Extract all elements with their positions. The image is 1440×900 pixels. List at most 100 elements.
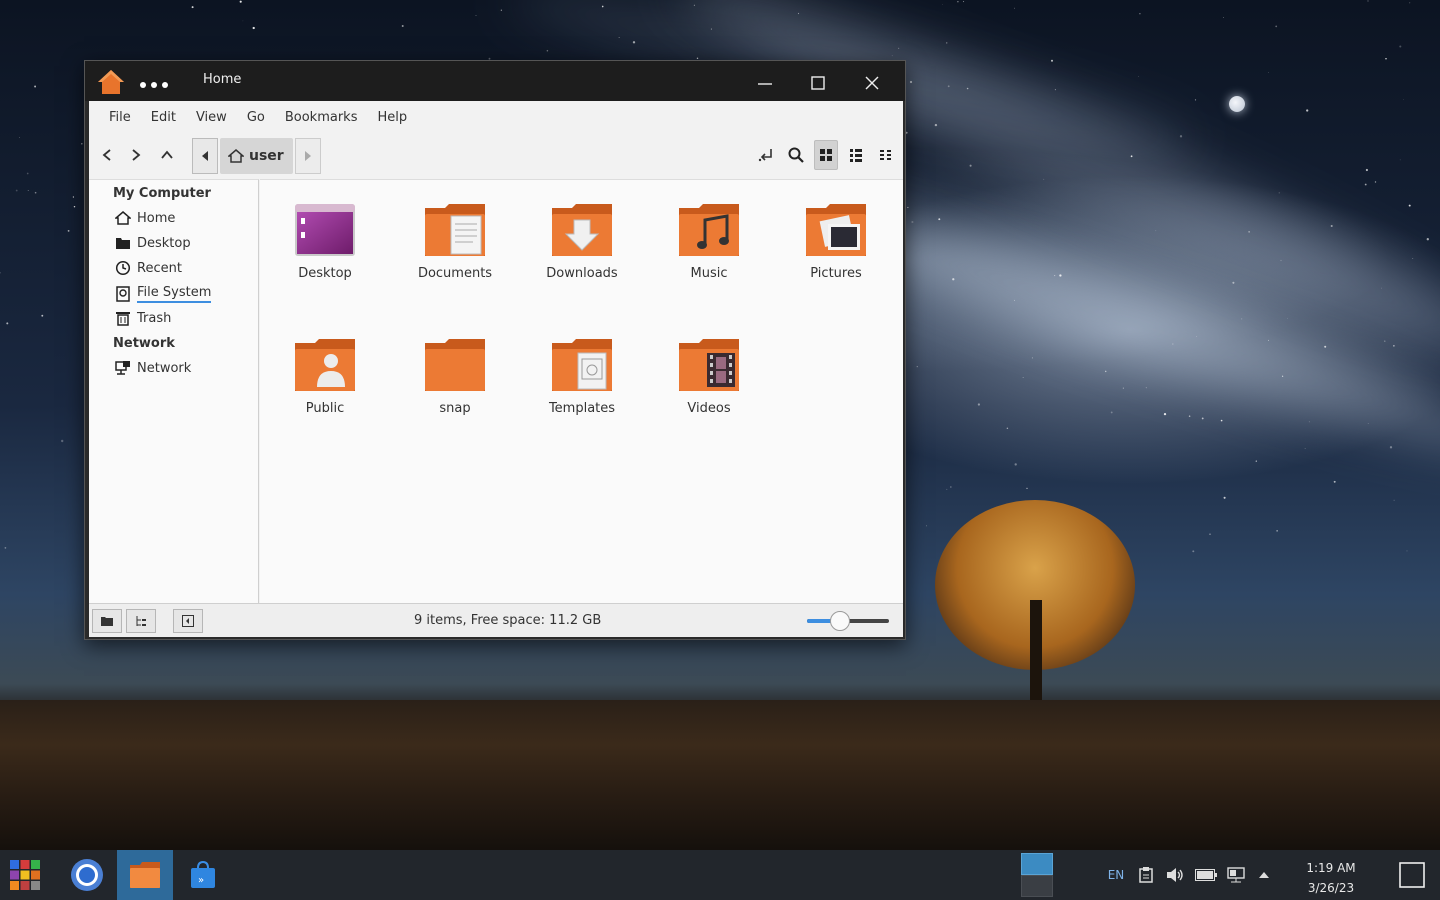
templates-folder-icon bbox=[550, 337, 614, 393]
language-label: EN bbox=[1107, 868, 1125, 882]
tray-expand-chevron-up-icon[interactable] bbox=[1252, 850, 1276, 900]
show-desktop-button[interactable] bbox=[1390, 850, 1434, 900]
menu-help[interactable]: Help bbox=[367, 110, 417, 125]
file-label: Videos bbox=[687, 401, 731, 416]
location-toggle-icon[interactable] bbox=[754, 140, 778, 170]
downloads-folder-icon bbox=[550, 202, 614, 258]
moon bbox=[1229, 96, 1245, 112]
sidebar-item-desktop[interactable]: Desktop bbox=[115, 235, 191, 251]
path-label: user bbox=[249, 148, 284, 164]
workspace-switcher[interactable] bbox=[1020, 850, 1054, 900]
clipboard-icon[interactable] bbox=[1134, 850, 1158, 900]
home-icon bbox=[115, 210, 131, 226]
sidebar-item-label: Home bbox=[137, 210, 176, 226]
toolbar: user bbox=[89, 134, 903, 176]
menu-edit[interactable]: Edit bbox=[141, 110, 186, 125]
battery-icon[interactable] bbox=[1192, 850, 1220, 900]
zoom-slider-handle[interactable] bbox=[829, 611, 850, 631]
sidebar-item-recent[interactable]: Recent bbox=[115, 260, 182, 276]
menu-bookmarks[interactable]: Bookmarks bbox=[275, 110, 368, 125]
menu-file[interactable]: File bbox=[99, 110, 141, 125]
file-label: Documents bbox=[417, 266, 493, 281]
clock-time: 1:19 AM bbox=[1306, 861, 1356, 875]
drive-icon bbox=[115, 286, 131, 302]
title-bar[interactable]: Home bbox=[85, 61, 905, 101]
file-manager-taskbar-button[interactable] bbox=[117, 850, 173, 900]
file-item-templates[interactable]: Templates bbox=[527, 337, 637, 416]
path-button-user[interactable]: user bbox=[220, 138, 293, 174]
videos-folder-icon bbox=[677, 337, 741, 393]
clock-icon bbox=[115, 260, 131, 276]
trash-icon bbox=[115, 310, 131, 326]
file-item-downloads[interactable]: Downloads bbox=[527, 202, 637, 281]
sidebar: My Computer Home Desktop Recent File Sys… bbox=[89, 179, 259, 603]
sidebar-item-label: File System bbox=[137, 285, 212, 303]
folder-icon bbox=[423, 337, 487, 393]
file-label: Desktop bbox=[298, 266, 352, 281]
keyboard-layout-indicator[interactable]: EN bbox=[1102, 850, 1130, 900]
file-label: Music bbox=[690, 266, 728, 281]
status-text: 9 items, Free space: 11.2 GB bbox=[414, 613, 602, 628]
sidebar-item-home[interactable]: Home bbox=[115, 210, 175, 226]
software-store-button[interactable]: » bbox=[178, 850, 228, 900]
sidebar-item-label: Recent bbox=[137, 260, 182, 276]
file-label: Public bbox=[305, 401, 345, 416]
pictures-folder-icon bbox=[804, 202, 868, 258]
documents-folder-icon bbox=[423, 202, 487, 258]
folder-icon bbox=[130, 862, 160, 888]
file-item-videos[interactable]: Videos bbox=[654, 337, 764, 416]
status-bar: 9 items, Free space: 11.2 GB bbox=[89, 603, 903, 637]
chromium-browser-button[interactable] bbox=[62, 850, 112, 900]
file-item-pictures[interactable]: Pictures bbox=[781, 202, 891, 281]
sidebar-item-network[interactable]: Network bbox=[115, 360, 191, 376]
volume-icon[interactable] bbox=[1162, 850, 1188, 900]
app-grid-icon bbox=[10, 860, 40, 890]
path-right-arrow-button[interactable] bbox=[295, 138, 321, 174]
music-folder-icon bbox=[677, 202, 741, 258]
minimize-button[interactable] bbox=[750, 69, 780, 97]
menu-dots-icon[interactable] bbox=[140, 82, 168, 88]
home-icon bbox=[228, 149, 244, 163]
back-button[interactable] bbox=[94, 142, 120, 168]
clock[interactable]: 1:19 AM 3/26/23 bbox=[1296, 858, 1366, 898]
svg-text:»: » bbox=[198, 875, 204, 886]
public-folder-icon bbox=[293, 337, 357, 393]
menu-view[interactable]: View bbox=[186, 110, 237, 125]
sidebar-heading-my-computer: My Computer bbox=[113, 186, 211, 201]
file-item-public[interactable]: Public bbox=[270, 337, 380, 416]
icon-view-button[interactable] bbox=[814, 140, 838, 170]
sidebar-item-trash[interactable]: Trash bbox=[115, 310, 171, 326]
menu-go[interactable]: Go bbox=[237, 110, 275, 125]
menu-bar: File Edit View Go Bookmarks Help bbox=[89, 101, 903, 133]
home-folder-app-icon[interactable] bbox=[97, 69, 125, 95]
forward-button[interactable] bbox=[123, 142, 149, 168]
folder-icon bbox=[115, 235, 131, 251]
list-view-button[interactable] bbox=[844, 140, 868, 170]
search-icon[interactable] bbox=[784, 140, 808, 170]
maximize-button[interactable] bbox=[803, 69, 833, 97]
file-item-snap[interactable]: snap bbox=[400, 337, 510, 416]
file-grid: Desktop Documents Downloads Music Pictur… bbox=[260, 179, 903, 603]
path-left-arrow-button[interactable] bbox=[192, 138, 218, 174]
chromium-icon bbox=[71, 859, 103, 891]
sidebar-item-file-system[interactable]: File System bbox=[115, 285, 212, 303]
desktop-folder-icon bbox=[293, 202, 357, 258]
file-item-desktop[interactable]: Desktop bbox=[270, 202, 380, 281]
file-item-music[interactable]: Music bbox=[654, 202, 764, 281]
store-bag-icon: » bbox=[191, 860, 215, 888]
network-icon bbox=[115, 360, 131, 376]
taskbar: » EN 1:19 AM 3/26/23 bbox=[0, 850, 1440, 900]
show-places-button[interactable] bbox=[92, 609, 122, 633]
close-button[interactable] bbox=[857, 69, 887, 97]
toggle-sidebar-button[interactable] bbox=[173, 609, 203, 633]
start-menu-button[interactable] bbox=[0, 850, 50, 900]
up-button[interactable] bbox=[154, 142, 180, 168]
file-label: Pictures bbox=[810, 266, 862, 281]
file-label: Templates bbox=[548, 401, 616, 416]
show-treeview-button[interactable] bbox=[126, 609, 156, 633]
clock-date: 3/26/23 bbox=[1307, 881, 1355, 895]
network-status-icon[interactable] bbox=[1222, 850, 1250, 900]
file-label: snap bbox=[439, 401, 471, 416]
file-item-documents[interactable]: Documents bbox=[400, 202, 510, 281]
compact-view-button[interactable] bbox=[874, 140, 898, 170]
